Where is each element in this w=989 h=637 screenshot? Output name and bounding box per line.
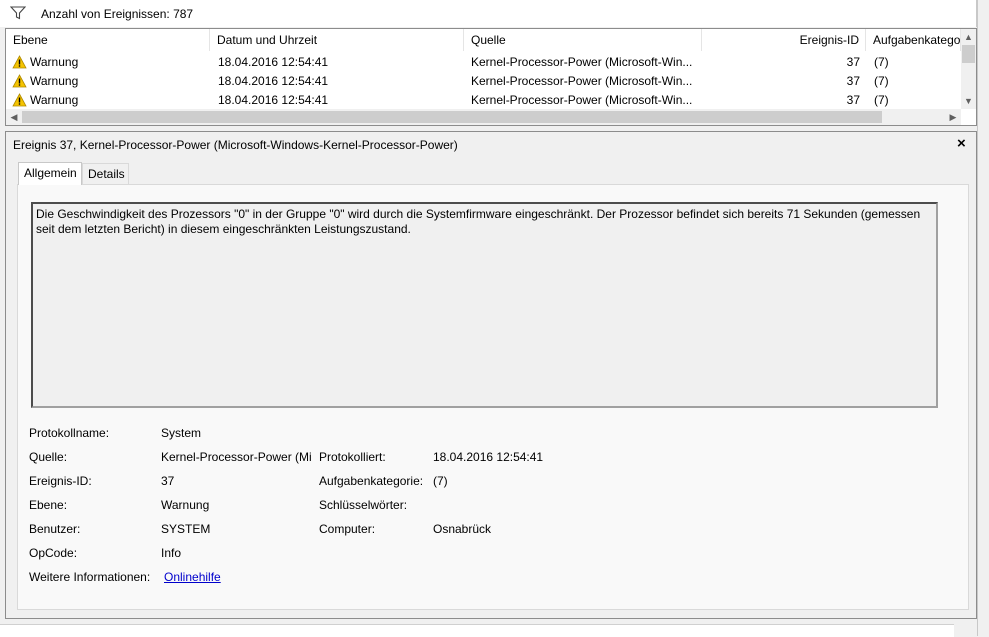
cell-level: Warnung bbox=[30, 55, 79, 69]
filter-icon[interactable] bbox=[10, 6, 26, 20]
event-message[interactable]: Die Geschwindigkeit des Prozessors "0" i… bbox=[31, 202, 938, 408]
scroll-up-icon[interactable]: ▲ bbox=[961, 29, 976, 45]
value-protokollname[interactable]: System bbox=[161, 426, 201, 440]
value-aufgabenkategorie[interactable]: (7) bbox=[433, 474, 448, 488]
cell-category: (7) bbox=[874, 74, 889, 88]
cell-level: Warnung bbox=[30, 93, 79, 107]
cell-event-id: 37 bbox=[846, 93, 860, 107]
warning-icon bbox=[12, 55, 27, 69]
cell-date: 18.04.2016 12:54:41 bbox=[218, 55, 329, 69]
event-count-label: Anzahl von Ereignissen: 787 bbox=[41, 7, 194, 21]
scroll-right-icon[interactable]: ▶ bbox=[945, 109, 961, 125]
status-strip bbox=[0, 624, 954, 637]
column-header-source[interactable]: Quelle bbox=[464, 29, 702, 51]
value-opcode[interactable]: Info bbox=[161, 546, 181, 560]
scroll-down-icon[interactable]: ▼ bbox=[961, 93, 976, 109]
label-computer: Computer: bbox=[319, 522, 376, 536]
label-benutzer: Benutzer: bbox=[29, 522, 81, 536]
value-computer[interactable]: Osnabrück bbox=[433, 522, 491, 536]
cell-event-id: 37 bbox=[846, 74, 860, 88]
cell-category: (7) bbox=[874, 93, 889, 107]
value-ereignis-id[interactable]: 37 bbox=[161, 474, 174, 488]
cell-level: Warnung bbox=[30, 74, 79, 88]
cell-source: Kernel-Processor-Power (Microsoft-Win... bbox=[471, 93, 693, 107]
onlinehilfe-link[interactable]: Onlinehilfe bbox=[164, 570, 221, 584]
column-header-task-category[interactable]: Aufgabenkategorie bbox=[866, 29, 961, 51]
vertical-scrollbar[interactable]: ▲ ▼ bbox=[961, 29, 976, 109]
cell-category: (7) bbox=[874, 55, 889, 69]
tab-allgemein[interactable]: Allgemein bbox=[18, 162, 82, 185]
warning-icon bbox=[12, 74, 27, 88]
label-quelle: Quelle: bbox=[29, 450, 68, 464]
table-row[interactable]: Warnung 18.04.2016 12:54:41 Kernel-Proce… bbox=[6, 72, 962, 91]
event-list[interactable]: Ebene Datum und Uhrzeit Quelle Ereignis-… bbox=[5, 28, 977, 126]
cell-event-id: 37 bbox=[846, 55, 860, 69]
general-tab-panel: Die Geschwindigkeit des Prozessors "0" i… bbox=[17, 184, 969, 610]
value-benutzer[interactable]: SYSTEM bbox=[161, 522, 210, 536]
label-aufgabenkategorie: Aufgabenkategorie: bbox=[319, 474, 424, 488]
cell-source: Kernel-Processor-Power (Microsoft-Win... bbox=[471, 74, 693, 88]
table-row[interactable]: Warnung 18.04.2016 12:54:41 Kernel-Proce… bbox=[6, 91, 962, 110]
table-row[interactable]: Warnung 18.04.2016 12:54:41 Kernel-Proce… bbox=[6, 53, 962, 72]
value-ebene[interactable]: Warnung bbox=[161, 498, 209, 512]
label-opcode: OpCode: bbox=[29, 546, 78, 560]
scroll-thumb[interactable] bbox=[22, 111, 882, 123]
horizontal-scrollbar[interactable]: ◀ ▶ bbox=[6, 109, 961, 125]
close-icon[interactable]: × bbox=[957, 135, 966, 152]
cell-date: 18.04.2016 12:54:41 bbox=[218, 93, 329, 107]
column-header-event-id[interactable]: Ereignis-ID bbox=[702, 29, 866, 51]
label-weitere-informationen: Weitere Informationen: bbox=[29, 570, 151, 584]
column-header-level[interactable]: Ebene bbox=[6, 29, 210, 51]
label-ebene: Ebene: bbox=[29, 498, 68, 512]
scroll-left-icon[interactable]: ◀ bbox=[6, 109, 22, 125]
scroll-thumb[interactable] bbox=[962, 45, 975, 63]
event-title: Ereignis 37, Kernel-Processor-Power (Mic… bbox=[13, 138, 458, 152]
label-protokollname: Protokollname: bbox=[29, 426, 110, 440]
column-header-date[interactable]: Datum und Uhrzeit bbox=[210, 29, 464, 51]
cell-source: Kernel-Processor-Power (Microsoft-Win... bbox=[471, 55, 693, 69]
filter-bar: Anzahl von Ereignissen: 787 bbox=[0, 0, 977, 27]
value-protokolliert[interactable]: 18.04.2016 12:54:41 bbox=[433, 450, 543, 464]
event-detail-panel: Ereignis 37, Kernel-Processor-Power (Mic… bbox=[5, 131, 977, 619]
label-ereignis-id: Ereignis-ID: bbox=[29, 474, 92, 488]
warning-icon bbox=[12, 93, 27, 107]
label-schluesselwoerter: Schlüsselwörter: bbox=[319, 498, 408, 512]
tab-details[interactable]: Details bbox=[82, 163, 129, 184]
cell-date: 18.04.2016 12:54:41 bbox=[218, 74, 329, 88]
label-protokolliert: Protokolliert: bbox=[319, 450, 386, 464]
pane-splitter[interactable] bbox=[977, 0, 989, 636]
value-quelle[interactable]: Kernel-Processor-Power (Mi bbox=[161, 450, 311, 464]
